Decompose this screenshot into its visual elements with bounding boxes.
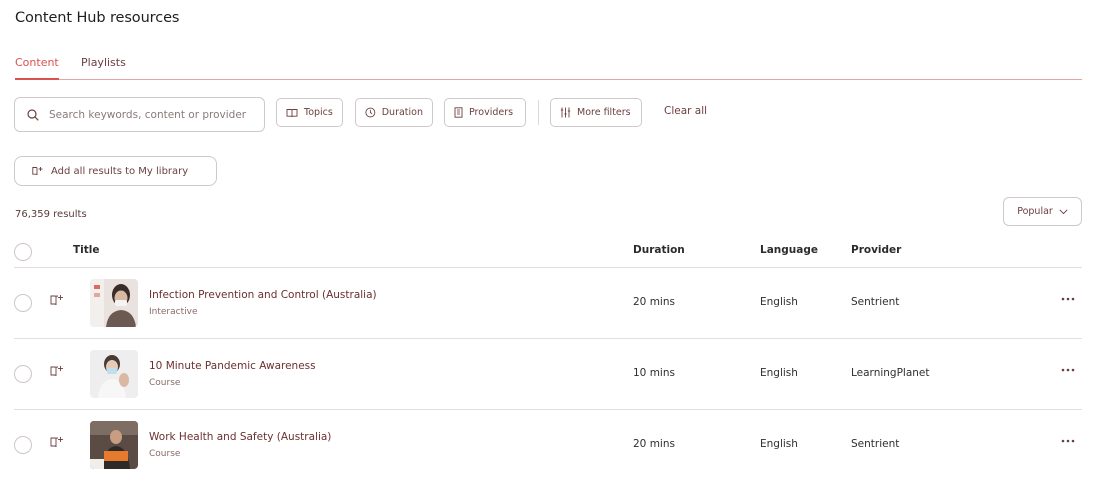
library-add-icon	[32, 167, 43, 176]
row-provider: Sentrient	[851, 438, 900, 450]
row-more-button[interactable]	[1058, 290, 1078, 310]
row-checkbox[interactable]	[14, 436, 32, 454]
row-title-link[interactable]: Work Health and Safety (Australia)	[149, 431, 331, 443]
column-header-language: Language	[760, 244, 818, 256]
row-provider: LearningPlanet	[851, 367, 930, 379]
more-filters-button[interactable]: More filters	[550, 98, 642, 127]
tab-bar: Content Playlists	[15, 56, 1082, 80]
sliders-icon	[560, 107, 571, 118]
add-all-label: Add all results to My library	[51, 165, 189, 177]
course-thumbnail[interactable]	[90, 350, 138, 398]
more-icon	[1061, 368, 1075, 372]
providers-filter-button[interactable]: Providers	[444, 98, 526, 127]
row-language: English	[760, 296, 798, 308]
clear-all-button[interactable]: Clear all	[664, 105, 707, 117]
row-checkbox[interactable]	[14, 365, 32, 383]
more-icon	[1061, 439, 1075, 443]
course-thumbnail-image	[90, 421, 138, 469]
row-content-type: Course	[149, 378, 181, 388]
tab-playlists[interactable]: Playlists	[81, 56, 126, 77]
row-duration: 20 mins	[633, 296, 675, 308]
sort-selected-label: Popular	[1017, 206, 1053, 217]
book-icon	[286, 108, 298, 117]
providers-filter-label: Providers	[469, 107, 514, 118]
more-icon	[1061, 297, 1075, 301]
row-content-type: Course	[149, 449, 181, 459]
row-provider: Sentrient	[851, 296, 900, 308]
course-thumbnail-image	[90, 350, 138, 398]
table-row[interactable]: Infection Prevention and Control (Austra…	[14, 268, 1082, 339]
topics-filter-button[interactable]: Topics	[276, 98, 343, 127]
row-more-button[interactable]	[1058, 361, 1078, 381]
table-row[interactable]: Work Health and Safety (Australia) Cours…	[14, 410, 1082, 478]
add-to-library-icon[interactable]	[50, 365, 64, 377]
row-title-link[interactable]: 10 Minute Pandemic Awareness	[149, 360, 316, 372]
column-header-provider: Provider	[851, 244, 902, 256]
sort-dropdown[interactable]: Popular	[1003, 197, 1082, 226]
row-duration: 20 mins	[633, 438, 675, 450]
more-filters-label: More filters	[577, 107, 631, 118]
table-row[interactable]: 10 Minute Pandemic Awareness Course 10 m…	[14, 339, 1082, 410]
tab-content[interactable]: Content	[15, 56, 59, 80]
row-language: English	[760, 438, 798, 450]
page-title: Content Hub resources	[15, 10, 180, 26]
row-more-button[interactable]	[1058, 432, 1078, 452]
column-header-duration: Duration	[633, 244, 685, 256]
course-thumbnail[interactable]	[90, 279, 138, 327]
column-header-title: Title	[73, 244, 100, 256]
course-thumbnail[interactable]	[90, 421, 138, 469]
add-to-library-icon[interactable]	[50, 294, 64, 306]
duration-filter-button[interactable]: Duration	[355, 98, 433, 127]
filter-divider	[538, 100, 539, 125]
course-thumbnail-image	[90, 279, 138, 327]
row-language: English	[760, 367, 798, 379]
duration-filter-label: Duration	[381, 107, 423, 118]
row-content-type: Interactive	[149, 307, 198, 317]
add-all-to-library-button[interactable]: Add all results to My library	[14, 156, 217, 186]
search-input[interactable]	[49, 108, 254, 121]
add-to-library-icon[interactable]	[50, 436, 64, 448]
row-checkbox[interactable]	[14, 294, 32, 312]
search-box[interactable]	[14, 97, 265, 132]
topics-filter-label: Topics	[304, 107, 333, 118]
row-title-link[interactable]: Infection Prevention and Control (Austra…	[149, 289, 377, 301]
row-duration: 10 mins	[633, 367, 675, 379]
clock-icon	[365, 107, 376, 118]
table-header: Title Duration Language Provider	[14, 238, 1082, 268]
chevron-down-icon	[1059, 208, 1068, 214]
select-all-checkbox[interactable]	[14, 243, 32, 261]
building-icon	[454, 107, 463, 118]
results-count: 76,359 results	[15, 209, 87, 220]
search-icon	[27, 108, 39, 121]
